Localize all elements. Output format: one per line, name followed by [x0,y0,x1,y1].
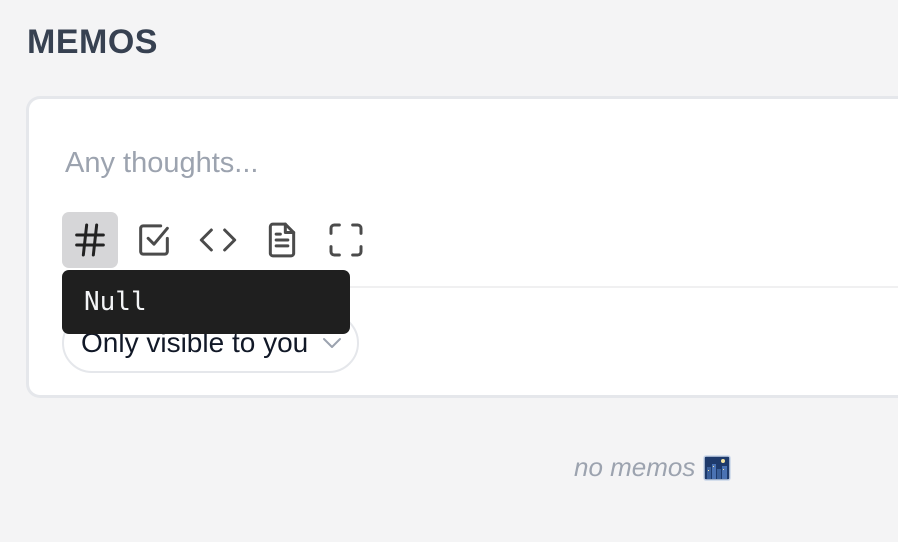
memo-editor: Any thoughts... Null Only visible to you [26,96,898,398]
resource-button[interactable] [254,212,310,268]
document-icon [268,222,296,258]
code-icon [199,228,237,252]
night-city-icon [703,454,732,481]
chevron-down-icon [323,338,341,348]
empty-state: no memos [574,452,732,483]
tag-button[interactable] [62,212,118,268]
fullscreen-button[interactable] [318,212,374,268]
fullscreen-icon [329,223,363,257]
code-button[interactable] [190,212,246,268]
empty-state-text: no memos [574,452,696,482]
memo-input[interactable]: Any thoughts... [65,141,258,185]
todo-button[interactable] [126,212,182,268]
editor-toolbar [62,212,374,268]
hash-icon [75,223,105,257]
page-title: MEMOS [27,23,158,61]
tooltip: Null [62,270,350,334]
memos-page: MEMOS Any thoughts... Null Only visible … [0,0,898,542]
checkbox-icon [139,224,169,256]
